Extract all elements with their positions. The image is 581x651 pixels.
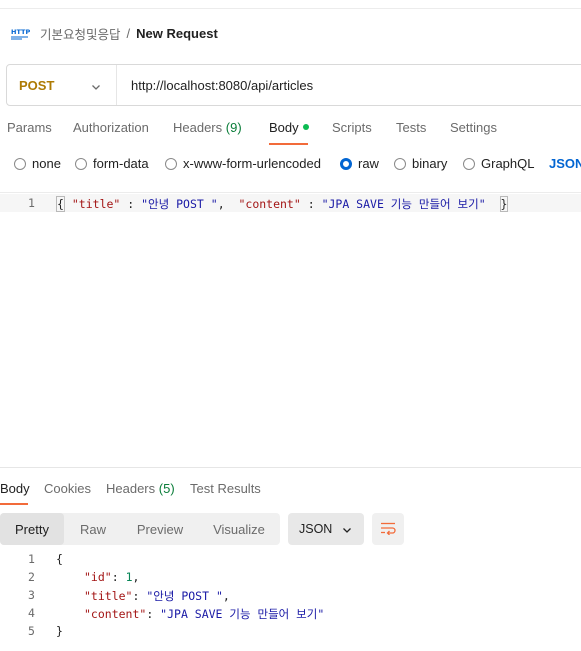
url-bar: POST http://localhost:8080/api/articles	[6, 64, 581, 106]
json-key: "title"	[71, 197, 121, 211]
line-number: 1	[28, 552, 35, 566]
json-string: "JPA SAVE 기능 만들어 보기"	[321, 197, 486, 211]
response-format-label: JSON	[299, 522, 333, 536]
json-number: 1	[125, 570, 133, 584]
language-select[interactable]: JSON	[549, 156, 581, 171]
tab-headers-label: Headers	[173, 120, 223, 135]
breadcrumb: HTTP 기본요청및응답 / New Request	[10, 24, 218, 42]
response-tab-cookies[interactable]: Cookies	[44, 481, 91, 496]
line-number: 2	[28, 570, 35, 584]
close-brace: }	[499, 196, 509, 212]
active-tab-underline	[269, 143, 308, 145]
line-number: 5	[28, 624, 35, 638]
tab-scripts[interactable]: Scripts	[332, 120, 372, 135]
editor-divider	[0, 192, 581, 193]
response-tab-body[interactable]: Body	[0, 481, 30, 496]
radio-form-data[interactable]: form-data	[75, 156, 149, 171]
radio-circle-selected	[340, 157, 352, 170]
radio-circle	[463, 157, 475, 170]
response-headers-count: (5)	[158, 481, 175, 496]
request-body-editor[interactable]: { "title" : "안녕 POST ", "content" : "JPA…	[56, 196, 509, 212]
view-preview-button[interactable]: Preview	[122, 513, 198, 545]
radio-label: GraphQL	[481, 156, 535, 171]
tab-headers[interactable]: Headers (9)	[173, 120, 242, 135]
response-line: "content": "JPA SAVE 기능 만들어 보기"	[84, 606, 324, 622]
json-string: "JPA SAVE 기능 만들어 보기"	[160, 607, 325, 621]
json-string: "안녕 POST "	[141, 197, 218, 211]
wrap-lines-icon	[380, 521, 396, 538]
headers-count: (9)	[225, 120, 242, 135]
view-visualize-button[interactable]: Visualize	[198, 513, 280, 545]
radio-none[interactable]: none	[14, 156, 61, 171]
tab-params[interactable]: Params	[7, 120, 52, 135]
json-comma: ,	[222, 589, 230, 603]
chevron-down-icon	[91, 80, 101, 95]
response-line: "id": 1,	[84, 570, 139, 584]
radio-circle	[75, 157, 87, 170]
tab-body-label: Body	[269, 120, 299, 135]
tab-authorization[interactable]: Authorization	[73, 120, 149, 135]
active-response-tab-underline	[0, 503, 28, 505]
json-key: "content"	[84, 607, 147, 621]
json-colon: :	[132, 589, 147, 603]
svg-text:HTTP: HTTP	[11, 28, 30, 36]
tab-body[interactable]: Body	[269, 120, 309, 135]
line-number: 1	[28, 196, 35, 210]
response-tab-headers[interactable]: Headers (5)	[106, 481, 175, 496]
json-comma: ,	[132, 570, 140, 584]
tab-tests[interactable]: Tests	[396, 120, 426, 135]
json-colon: :	[300, 197, 322, 211]
pane-splitter[interactable]	[0, 467, 581, 468]
url-input[interactable]: http://localhost:8080/api/articles	[117, 78, 313, 93]
json-string: "안녕 POST "	[146, 589, 223, 603]
response-line: "title": "안녕 POST ",	[84, 588, 230, 604]
response-tab-test-results[interactable]: Test Results	[190, 481, 261, 496]
response-line: {	[56, 552, 63, 566]
radio-graphql[interactable]: GraphQL	[463, 156, 534, 171]
radio-circle	[165, 157, 177, 170]
body-indicator-dot	[302, 124, 309, 130]
response-format-select[interactable]: JSON	[288, 513, 364, 545]
line-number: 4	[28, 606, 35, 620]
radio-raw[interactable]: raw	[340, 156, 379, 171]
radio-x-www-form-urlencoded[interactable]: x-www-form-urlencoded	[165, 156, 321, 171]
json-key: "content"	[238, 197, 301, 211]
breadcrumb-collection[interactable]: 기본요청및응답	[40, 24, 121, 43]
response-line: }	[56, 624, 63, 638]
tab-settings[interactable]: Settings	[450, 120, 497, 135]
json-colon: :	[111, 570, 126, 584]
line-number: 3	[28, 588, 35, 602]
json-key: "title"	[84, 589, 133, 603]
json-key: "id"	[84, 570, 112, 584]
radio-label: raw	[358, 156, 379, 171]
body-type-options: none form-data x-www-form-urlencoded raw…	[14, 156, 581, 174]
method-select[interactable]: POST	[7, 65, 117, 105]
method-label: POST	[19, 77, 55, 93]
http-icon: HTTP	[10, 25, 30, 41]
response-tab-headers-label: Headers	[106, 481, 156, 496]
radio-label: form-data	[93, 156, 149, 171]
view-raw-button[interactable]: Raw	[64, 513, 122, 545]
open-brace: {	[56, 196, 65, 212]
wrap-lines-button[interactable]	[372, 513, 404, 545]
json-comma: ,	[217, 197, 239, 211]
breadcrumb-separator: /	[126, 25, 131, 41]
json-colon: :	[146, 607, 161, 621]
request-title[interactable]: New Request	[136, 26, 218, 41]
radio-label: binary	[412, 156, 448, 171]
radio-binary[interactable]: binary	[394, 156, 447, 171]
top-divider	[0, 8, 581, 9]
radio-label: none	[32, 156, 61, 171]
radio-label: x-www-form-urlencoded	[183, 156, 321, 171]
chevron-down-icon	[342, 524, 352, 538]
radio-circle	[14, 157, 26, 170]
response-view-toggle: Pretty Raw Preview Visualize	[0, 513, 280, 545]
radio-circle	[394, 157, 406, 170]
view-pretty-button[interactable]: Pretty	[0, 513, 64, 545]
json-colon: :	[120, 197, 142, 211]
